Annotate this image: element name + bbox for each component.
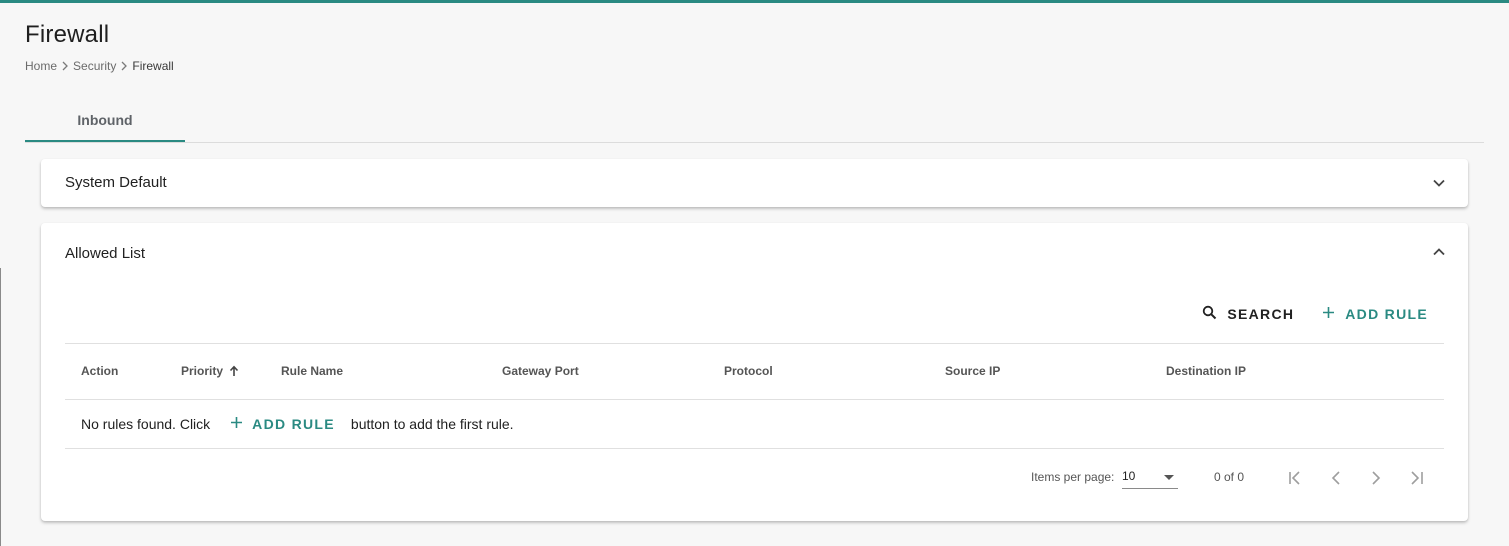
search-button[interactable]: SEARCH [1202, 305, 1294, 323]
plus-icon [1322, 306, 1335, 322]
chevron-up-icon[interactable] [1432, 245, 1446, 259]
column-header-protocol[interactable]: Protocol [724, 364, 773, 378]
dropdown-caret-icon [1164, 475, 1174, 480]
allowed-list-panel: Allowed List SEARCH ADD RULE Action Prio… [41, 223, 1468, 521]
empty-state-row: No rules found. Click ADD RULE button to… [65, 400, 1444, 449]
tab-inbound[interactable]: Inbound [25, 100, 185, 142]
breadcrumb: Home Security Firewall [25, 59, 174, 73]
previous-page-icon[interactable] [1324, 466, 1348, 490]
column-header-action[interactable]: Action [81, 364, 118, 378]
rules-table: Action Priority Rule Name Gateway Port P… [65, 343, 1444, 505]
empty-state-suffix: button to add the first rule. [350, 416, 514, 432]
empty-state-prefix: No rules found. Click [81, 416, 211, 432]
table-header-row: Action Priority Rule Name Gateway Port P… [65, 343, 1444, 400]
search-icon [1202, 305, 1217, 323]
allowed-list-title: Allowed List [65, 245, 146, 262]
breadcrumb-firewall: Firewall [132, 59, 174, 73]
chevron-right-icon [57, 59, 73, 73]
paginator: Items per page: 10 0 of 0 [65, 449, 1444, 505]
page-range-label: 0 of 0 [1214, 470, 1245, 484]
breadcrumb-security[interactable]: Security [73, 59, 116, 73]
chevron-right-icon [116, 59, 132, 73]
page-title: Firewall [25, 21, 110, 48]
column-header-source-ip[interactable]: Source IP [945, 364, 1000, 378]
allowed-list-toolbar: SEARCH ADD RULE [1202, 305, 1428, 323]
column-header-priority[interactable]: Priority [181, 364, 239, 378]
breadcrumb-home[interactable]: Home [25, 59, 57, 73]
last-page-icon[interactable] [1404, 466, 1428, 490]
items-per-page-label: Items per page: [1031, 470, 1115, 484]
inline-add-rule-button[interactable]: ADD RULE [230, 416, 335, 432]
chevron-down-icon[interactable] [1432, 176, 1446, 190]
top-accent-bar [0, 0, 1509, 3]
tab-bar: Inbound [25, 100, 1484, 143]
column-header-destination-ip[interactable]: Destination IP [1166, 364, 1246, 378]
allowed-list-header[interactable]: Allowed List [41, 223, 1468, 283]
add-rule-button[interactable]: ADD RULE [1322, 306, 1428, 322]
left-edge-divider [0, 268, 1, 546]
arrow-up-icon [229, 365, 239, 377]
system-default-title: System Default [65, 174, 167, 191]
first-page-icon[interactable] [1284, 466, 1308, 490]
system-default-panel: System Default [41, 159, 1468, 207]
search-label: SEARCH [1227, 306, 1295, 322]
page-size-select[interactable]: 10 [1122, 464, 1178, 489]
column-header-priority-label: Priority [181, 364, 224, 378]
column-header-gateway-port[interactable]: Gateway Port [502, 364, 579, 378]
plus-icon [230, 416, 243, 432]
column-header-rule-name[interactable]: Rule Name [281, 364, 343, 378]
system-default-header[interactable]: System Default [41, 159, 1468, 207]
add-rule-label: ADD RULE [1345, 306, 1428, 322]
page-size-value: 10 [1122, 469, 1136, 483]
inline-add-rule-label: ADD RULE [252, 416, 335, 432]
next-page-icon[interactable] [1364, 466, 1388, 490]
